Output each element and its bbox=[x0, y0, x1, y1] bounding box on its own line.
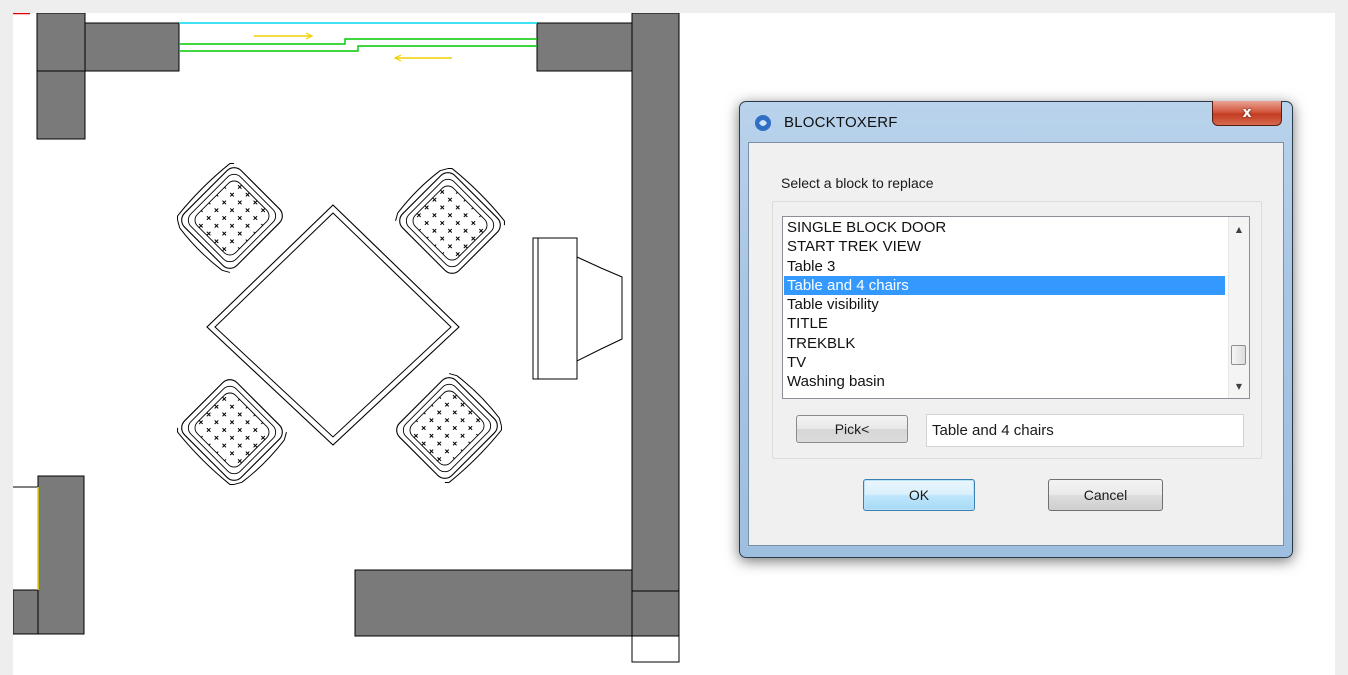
chair bbox=[173, 375, 292, 493]
wall-segment bbox=[37, 475, 85, 635]
list-item[interactable]: TV bbox=[784, 353, 1225, 372]
list-item[interactable]: START TREK VIEW bbox=[784, 237, 1225, 256]
dialog-titlebar[interactable]: BLOCKTOXERF x bbox=[740, 101, 1292, 142]
blocktoxerf-dialog: BLOCKTOXERF x Select a block to replace … bbox=[739, 101, 1293, 558]
list-item[interactable]: Table 3 bbox=[784, 257, 1225, 276]
ok-button[interactable]: OK bbox=[863, 479, 975, 511]
wall-segment bbox=[536, 22, 633, 72]
wall-segment bbox=[631, 590, 680, 637]
list-item[interactable]: Table and 4 chairs bbox=[784, 275, 1225, 296]
prompt-label: Select a block to replace bbox=[781, 175, 934, 191]
list-item[interactable]: TREKBLK bbox=[784, 334, 1225, 353]
pick-button[interactable]: Pick< bbox=[796, 415, 908, 443]
block-list-items: SINGLE BLOCK DOOR START TREK VIEW Table 3T… bbox=[784, 218, 1225, 392]
close-button[interactable]: x bbox=[1212, 101, 1282, 126]
dialog-title: BLOCKTOXERF bbox=[784, 114, 898, 131]
chair bbox=[169, 159, 287, 278]
wall-segment bbox=[13, 589, 39, 635]
list-item[interactable]: Table visibility bbox=[784, 295, 1225, 314]
tv-stand bbox=[532, 237, 578, 380]
block-list[interactable]: SINGLE BLOCK DOOR START TREK VIEW Table 3T… bbox=[782, 216, 1250, 399]
door-line bbox=[179, 45, 537, 52]
cad-app-icon bbox=[755, 115, 771, 131]
tv-screen bbox=[576, 256, 623, 362]
list-item[interactable]: TITLE bbox=[784, 314, 1225, 333]
cancel-button[interactable]: Cancel bbox=[1048, 479, 1163, 511]
wall-segment bbox=[354, 569, 633, 637]
dialog-body: Select a block to replace SINGLE BLOCK D… bbox=[748, 142, 1284, 546]
scroll-thumb[interactable] bbox=[1231, 345, 1246, 365]
selected-block-input[interactable] bbox=[926, 414, 1244, 447]
scroll-up-icon[interactable]: ▲ bbox=[1229, 219, 1249, 239]
wall-end bbox=[631, 635, 680, 663]
scroll-down-icon[interactable]: ▼ bbox=[1229, 376, 1249, 396]
wall-segment bbox=[36, 13, 86, 140]
wall-segment bbox=[631, 13, 680, 592]
chair bbox=[392, 368, 510, 487]
chair bbox=[390, 160, 509, 278]
list-scrollbar[interactable]: ▲ ▼ bbox=[1228, 217, 1249, 398]
door-line bbox=[179, 38, 537, 45]
list-item[interactable]: Washing basin bbox=[784, 372, 1225, 391]
list-item[interactable]: SINGLE BLOCK DOOR bbox=[784, 218, 1225, 237]
close-icon: x bbox=[1242, 105, 1252, 121]
wall-segment bbox=[84, 22, 180, 72]
